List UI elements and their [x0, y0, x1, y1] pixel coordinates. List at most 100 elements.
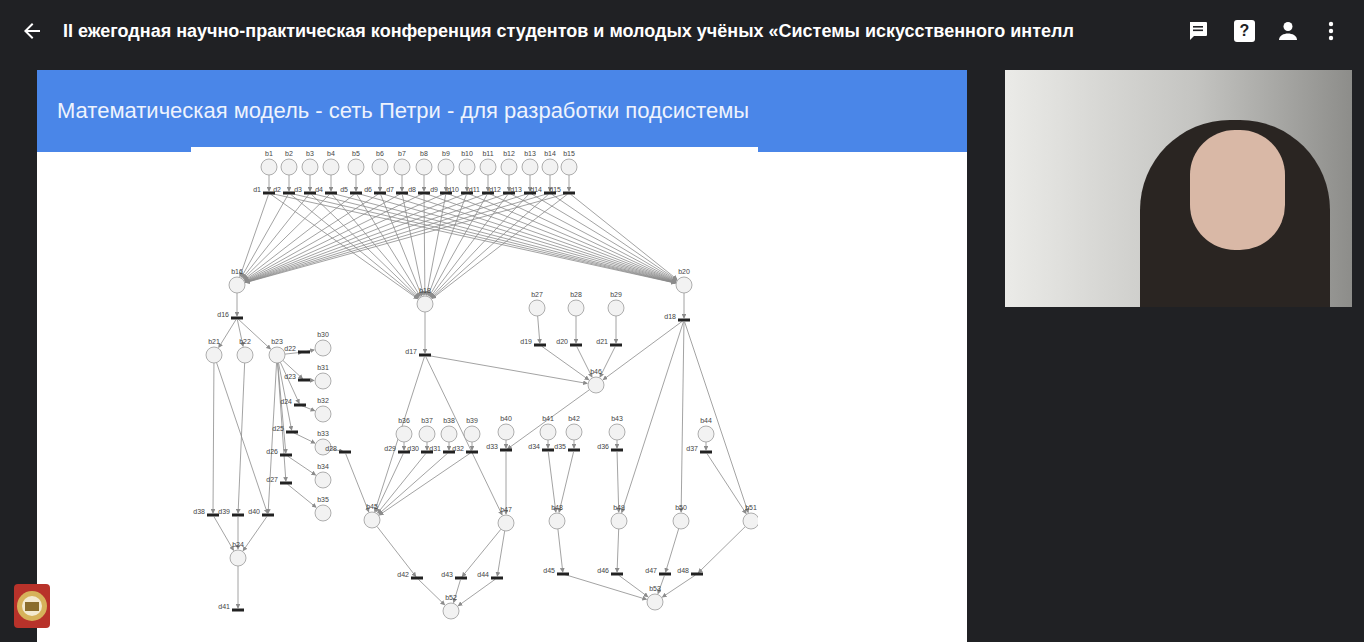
- place-node: [438, 159, 454, 175]
- node-label: b10: [461, 150, 473, 157]
- transition-node: [659, 573, 671, 576]
- arc: [427, 442, 428, 450]
- arc: [289, 175, 290, 191]
- transition-node: [374, 192, 386, 195]
- node-label: b38: [443, 417, 455, 424]
- place-node: [566, 424, 582, 440]
- arc: [666, 529, 679, 572]
- arc: [378, 454, 426, 513]
- arc: [490, 194, 676, 281]
- node-label: b3: [306, 150, 314, 157]
- place-node: [561, 159, 577, 175]
- node-label: d36: [597, 443, 609, 450]
- arc: [291, 193, 675, 283]
- node-label: b16: [231, 268, 243, 275]
- transition-node: [232, 514, 244, 517]
- arc: [424, 175, 425, 191]
- place-node: [611, 513, 627, 529]
- place-node: [522, 159, 538, 175]
- node-label: d43: [441, 571, 453, 578]
- slide-heading: Математическая модель - сеть Петри - для…: [57, 97, 749, 125]
- place-node: [315, 406, 331, 422]
- node-label: b53: [649, 585, 661, 592]
- arc: [616, 316, 617, 343]
- back-button[interactable]: [20, 19, 44, 43]
- arc: [569, 175, 570, 191]
- arc: [617, 440, 618, 448]
- arc: [458, 579, 495, 606]
- arc: [294, 433, 315, 443]
- arc: [310, 175, 311, 191]
- arc: [684, 293, 685, 318]
- node-label: d21: [596, 338, 608, 345]
- node-label: b45: [366, 503, 378, 510]
- node-label: d15: [549, 186, 561, 193]
- node-label: d23: [284, 373, 296, 380]
- place-node: [419, 426, 435, 442]
- people-button[interactable]: [1277, 20, 1299, 42]
- transition-node: [700, 451, 712, 454]
- node-label: b41: [542, 415, 554, 422]
- arc: [448, 194, 676, 282]
- node-label: b21: [208, 338, 220, 345]
- place-node: [315, 373, 331, 389]
- arc: [558, 529, 563, 572]
- transition-node: [466, 451, 478, 454]
- place-node: [269, 347, 285, 363]
- transition-node: [557, 573, 569, 576]
- node-label: b11: [482, 150, 493, 157]
- node-label: d35: [554, 443, 566, 450]
- arc: [245, 194, 444, 282]
- node-label: b13: [524, 150, 536, 157]
- arc: [425, 312, 426, 353]
- node-label: b40: [500, 415, 512, 422]
- chat-button[interactable]: [1187, 19, 1211, 43]
- arc: [382, 194, 675, 283]
- arc: [356, 175, 357, 191]
- place-node: [229, 277, 245, 293]
- node-label: d18: [664, 313, 676, 320]
- place-node: [230, 550, 246, 566]
- node-label: d9: [430, 186, 438, 193]
- arc: [617, 452, 619, 512]
- arc: [430, 195, 507, 297]
- node-label: b18: [419, 287, 431, 294]
- arc: [698, 527, 745, 573]
- place-node: [609, 424, 625, 440]
- place-node: [676, 277, 692, 293]
- arc: [418, 579, 444, 604]
- arc: [358, 194, 675, 283]
- node-label: d6: [364, 186, 372, 193]
- arc: [427, 355, 587, 383]
- arc: [429, 195, 487, 296]
- arc: [617, 529, 619, 572]
- arc: [238, 363, 245, 513]
- node-label: d4: [315, 186, 323, 193]
- arc: [622, 322, 684, 513]
- arc: [268, 363, 276, 513]
- transition-node: [611, 573, 623, 576]
- place-node: [206, 347, 222, 363]
- arc: [288, 484, 316, 507]
- arc: [376, 454, 403, 512]
- arc: [404, 442, 405, 450]
- arc: [243, 194, 329, 278]
- node-label: d48: [677, 567, 689, 574]
- place-node: [315, 472, 331, 488]
- more-button[interactable]: [1326, 20, 1336, 42]
- node-label: b43: [611, 415, 623, 422]
- place-node: [443, 603, 459, 619]
- arc: [245, 194, 465, 282]
- node-label: b27: [531, 291, 543, 298]
- arc: [462, 529, 501, 576]
- node-label: b4: [327, 150, 335, 157]
- place-node: [302, 159, 318, 175]
- arc: [238, 319, 270, 349]
- node-label: d3: [294, 186, 302, 193]
- arc: [379, 453, 470, 515]
- arc: [243, 517, 267, 551]
- help-button[interactable]: ?: [1234, 20, 1255, 42]
- place-node: [315, 505, 331, 521]
- place-node: [396, 426, 412, 442]
- arc: [219, 320, 236, 348]
